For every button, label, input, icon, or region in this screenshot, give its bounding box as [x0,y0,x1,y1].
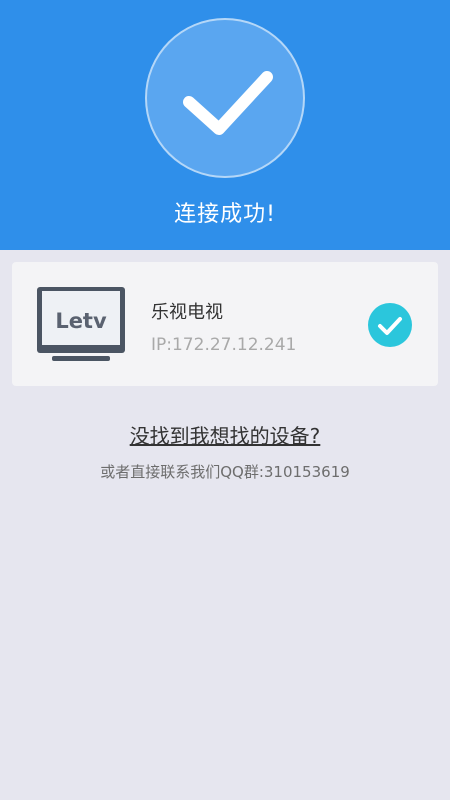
connection-header: 连接成功! [0,0,450,250]
device-name: 乐视电视 [151,302,223,323]
checkmark-icon [183,71,273,135]
device-list-item[interactable]: Letv 乐视电视 IP:172.27.12.241 [12,262,438,386]
letv-logo: Letv [55,309,107,333]
check-circle-icon[interactable] [367,302,413,348]
connection-status-title: 连接成功! [174,202,276,227]
device-ip-address: IP:172.27.12.241 [151,335,297,355]
device-not-found-link[interactable]: 没找到我想找的设备? [0,420,450,449]
qq-group-contact-text: 或者直接联系我们QQ群:310153619 [100,463,350,481]
tv-icon: Letv [37,287,125,361]
success-badge [145,18,305,178]
